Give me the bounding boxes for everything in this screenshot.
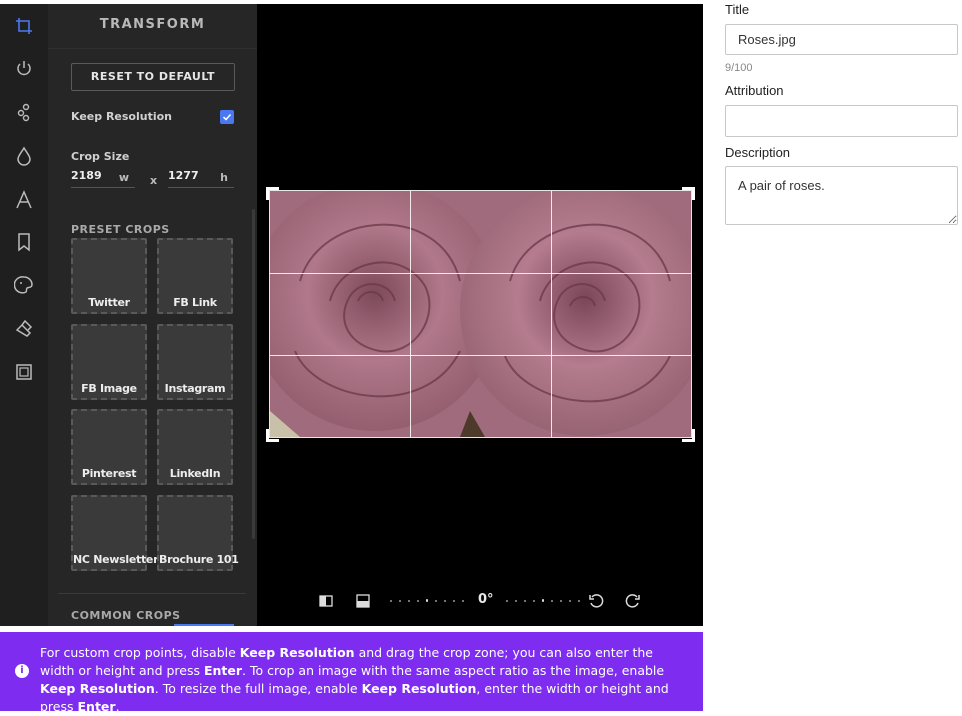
preset-label: FB Link	[173, 296, 217, 309]
preset-linkedin[interactable]: LinkedIn	[157, 409, 233, 485]
text-tool[interactable]	[10, 186, 38, 214]
flip-vertical-button[interactable]	[353, 591, 373, 611]
title-label: Title	[725, 2, 750, 17]
crop-frame[interactable]	[269, 190, 692, 438]
info-icon: i	[15, 664, 29, 678]
height-unit: h	[220, 171, 228, 184]
panel-scrollbar[interactable]	[252, 209, 255, 539]
description-textarea[interactable]: A pair of roses.	[725, 166, 958, 225]
common-crops-indicator	[174, 624, 234, 626]
paint-icon	[14, 276, 33, 294]
rotate-left-icon	[589, 594, 604, 608]
info-text-emphasis: Keep Resolution	[361, 681, 477, 696]
flip-vertical-icon	[356, 594, 370, 608]
crop-width-input[interactable]: 2189 w	[71, 169, 135, 188]
filter-tool[interactable]	[10, 142, 38, 170]
rotation-angle: 0°	[478, 592, 494, 607]
preset-label: Brochure 101	[159, 553, 239, 566]
panel-title: TRANSFORM	[48, 4, 257, 49]
crop-height-value: 1277	[168, 169, 199, 182]
adjust-icon	[17, 103, 30, 122]
preset-brochure-101[interactable]: Brochure 101	[157, 495, 239, 571]
rotate-right-icon	[625, 594, 640, 608]
info-text-emphasis: Keep Resolution	[40, 681, 155, 696]
crop-handle-top-right[interactable]	[682, 187, 695, 200]
brush-tool[interactable]	[10, 314, 38, 342]
tool-rail	[0, 4, 48, 626]
frame-tool[interactable]	[10, 358, 38, 386]
transform-toolbar: 0°	[310, 589, 650, 613]
rotation-slider-right[interactable]	[506, 599, 581, 603]
preset-label: Pinterest	[81, 467, 137, 480]
attribution-input[interactable]	[725, 105, 958, 137]
keep-resolution-checkbox[interactable]	[220, 110, 234, 124]
info-text-emphasis: Keep Resolution	[239, 645, 355, 660]
rotate-tool[interactable]	[10, 54, 38, 82]
crop-height-input[interactable]: 1277 h	[168, 169, 234, 188]
common-crops-header: COMMON CROPS	[71, 609, 181, 622]
crop-size-label: Crop Size	[71, 150, 130, 163]
flip-horizontal-icon	[319, 595, 333, 607]
transform-panel: TRANSFORM RESET TO DEFAULT Keep Resoluti…	[48, 4, 257, 626]
brush-icon	[15, 319, 33, 337]
paint-tool[interactable]	[10, 271, 38, 299]
preset-crops-header: PRESET CROPS	[71, 223, 170, 236]
checkmark-icon	[222, 113, 232, 121]
crop-handle-bottom-left[interactable]	[266, 429, 279, 442]
preset-label: Twitter	[88, 296, 130, 309]
keep-resolution-label: Keep Resolution	[71, 110, 173, 123]
info-banner: i For custom crop points, disable Keep R…	[0, 632, 703, 714]
flip-horizontal-button[interactable]	[316, 591, 336, 611]
preset-fb-image[interactable]: FB Image	[71, 324, 147, 400]
info-text-emphasis: Enter	[77, 699, 116, 714]
times-sign: x	[150, 174, 158, 187]
info-text: For custom crop points, disable Keep Res…	[40, 644, 690, 716]
rotate-icon	[17, 61, 31, 76]
preset-instagram[interactable]: Instagram	[157, 324, 233, 400]
preset-label: NC Newsletter	[73, 553, 159, 566]
filter-drop-icon	[17, 146, 31, 166]
crop-icon	[16, 18, 32, 34]
info-text-run: . To crop an image with the same aspect …	[242, 663, 665, 678]
width-unit: w	[118, 171, 129, 184]
info-text-run: . To resize the full image, enable	[154, 681, 362, 696]
description-label: Description	[725, 145, 791, 160]
text-icon	[16, 190, 32, 209]
bookmark-icon	[18, 233, 30, 252]
crop-handle-bottom-right[interactable]	[682, 429, 695, 442]
preset-twitter[interactable]: Twitter	[71, 238, 147, 314]
title-character-counter: 9/100	[725, 62, 753, 74]
rotate-left-button[interactable]	[586, 591, 606, 611]
title-input[interactable]	[725, 24, 958, 55]
rotate-right-button[interactable]	[623, 591, 643, 611]
crop-tool[interactable]	[10, 12, 38, 40]
preset-fb-link[interactable]: FB Link	[157, 238, 233, 314]
attribution-label: Attribution	[725, 83, 784, 98]
preset-label: FB Image	[81, 382, 137, 395]
reset-to-default-button[interactable]: RESET TO DEFAULT	[71, 63, 235, 91]
sticker-tool[interactable]	[10, 228, 38, 256]
image-editor: TRANSFORM RESET TO DEFAULT Keep Resoluti…	[0, 4, 703, 626]
divider	[58, 593, 246, 594]
preset-label: Instagram	[164, 382, 226, 395]
preset-nc-newsletter[interactable]: NC Newsletter	[71, 495, 159, 571]
frame-icon	[16, 364, 32, 380]
info-text-run: .	[115, 699, 120, 714]
preset-label: LinkedIn	[169, 467, 221, 480]
info-text-emphasis: Enter	[203, 663, 243, 678]
preset-pinterest[interactable]: Pinterest	[71, 409, 147, 485]
crop-handle-top-left[interactable]	[266, 187, 279, 200]
adjust-tool[interactable]	[10, 98, 38, 126]
info-text-run: For custom crop points, disable	[40, 645, 240, 660]
crop-width-value: 2189	[71, 169, 102, 182]
rotation-slider-left[interactable]	[390, 599, 465, 603]
